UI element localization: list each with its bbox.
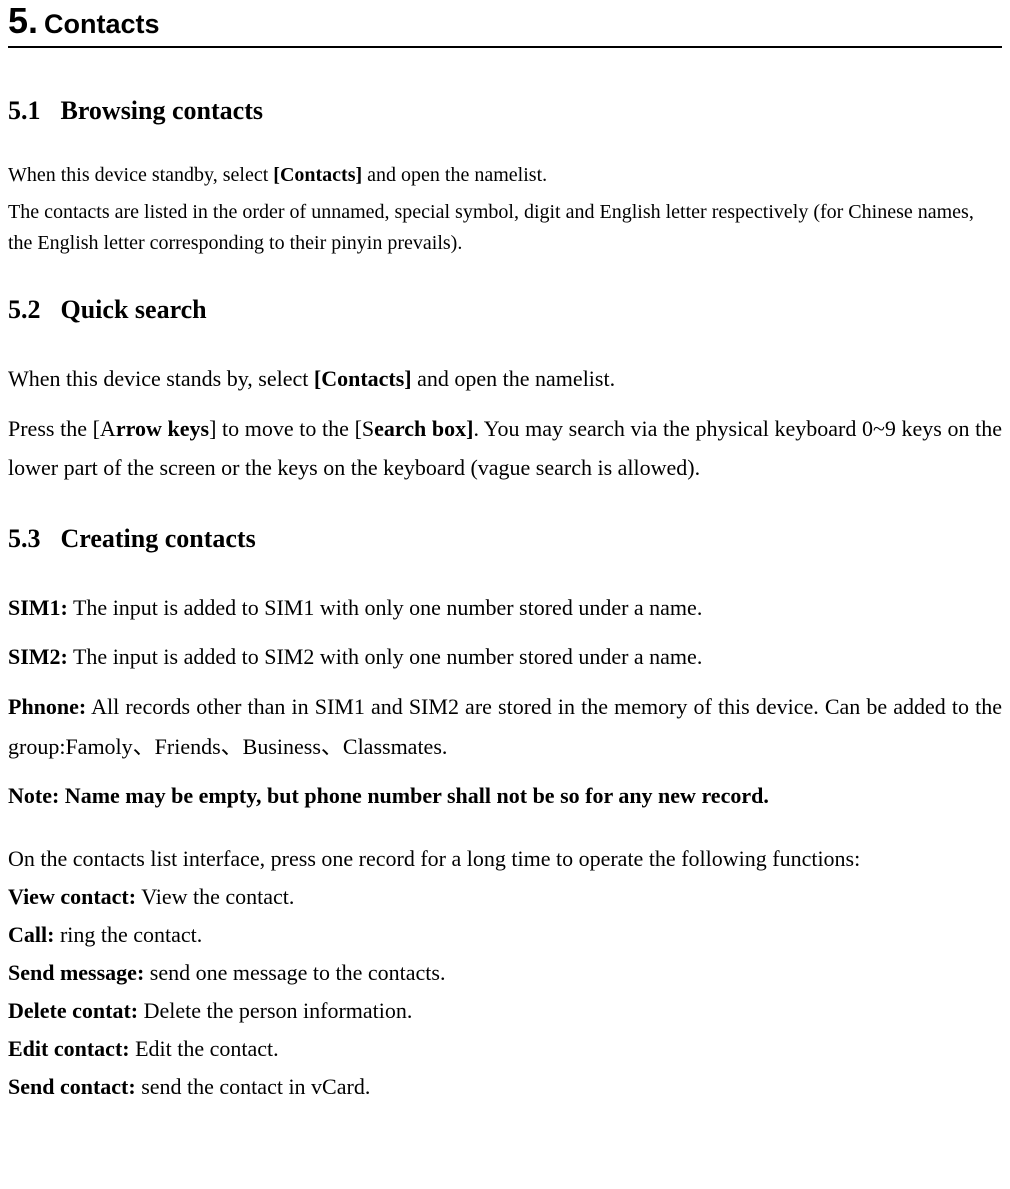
section-number: 5.3	[8, 524, 41, 553]
text-run: On the contacts list interface, press on…	[8, 846, 860, 871]
chapter-header: 5. Contacts	[8, 0, 1002, 48]
text-bold: [Contacts]	[273, 164, 362, 186]
text-run: The contacts are listed in the order of …	[8, 201, 974, 254]
section-number: 5.2	[8, 295, 41, 324]
paragraph-longpress-intro: On the contacts list interface, press on…	[8, 842, 1002, 876]
paragraph-sim1: SIM1: The input is added to SIM1 with on…	[8, 588, 1002, 628]
chapter-title: Contacts	[44, 9, 160, 40]
text-bold: earch box]	[374, 416, 473, 441]
section-heading-5-2: 5.2 Quick search	[8, 295, 1002, 325]
section-title: Creating contacts	[61, 524, 256, 553]
text-bold: [Contacts]	[314, 366, 412, 391]
function-label: Send contact:	[8, 1074, 136, 1099]
text-run: and open the namelist.	[362, 164, 547, 186]
text-run: The input is added to SIM1 with only one…	[68, 595, 702, 620]
function-item: Send message: send one message to the co…	[8, 956, 1002, 990]
function-item: Send contact: send the contact in vCard.	[8, 1070, 1002, 1104]
section-title: Quick search	[61, 295, 207, 324]
text-bold: rrow keys	[116, 416, 209, 441]
section-heading-5-1: 5.1 Browsing contacts	[8, 96, 1002, 126]
paragraph: The contacts are listed in the order of …	[8, 197, 1002, 259]
paragraph: When this device standby, select [Contac…	[8, 160, 1002, 191]
section-heading-5-3: 5.3 Creating contacts	[8, 524, 1002, 554]
section-number: 5.1	[8, 96, 41, 125]
paragraph-sim2: SIM2: The input is added to SIM2 with on…	[8, 637, 1002, 677]
paragraph-note: Note: Name may be empty, but phone numbe…	[8, 776, 1002, 816]
paragraph: When this device stands by, select [Cont…	[8, 359, 1002, 399]
function-desc: ring the contact.	[54, 922, 202, 947]
text-run: The input is added to SIM2 with only one…	[68, 644, 702, 669]
function-desc: send one message to the contacts.	[144, 960, 445, 985]
function-item: Delete contat: Delete the person informa…	[8, 994, 1002, 1028]
text-run: ] to move to the [S	[209, 416, 374, 441]
label-phone: Phnone:	[8, 694, 86, 719]
function-desc: View the contact.	[136, 884, 294, 909]
text-run: Press the [A	[8, 416, 116, 441]
function-item: Edit contact: Edit the contact.	[8, 1032, 1002, 1066]
function-item: Call: ring the contact.	[8, 918, 1002, 952]
function-desc: Delete the person information.	[138, 998, 412, 1023]
function-desc: Edit the contact.	[130, 1036, 279, 1061]
function-label: Send message:	[8, 960, 144, 985]
note-text: Note: Name may be empty, but phone numbe…	[8, 783, 769, 808]
text-run: When this device stands by, select	[8, 366, 314, 391]
label-sim2: SIM2:	[8, 644, 68, 669]
function-label: Delete contat:	[8, 998, 138, 1023]
function-label: Call:	[8, 922, 54, 947]
function-label: View contact:	[8, 884, 136, 909]
label-sim1: SIM1:	[8, 595, 68, 620]
paragraph: Press the [Arrow keys] to move to the [S…	[8, 409, 1002, 488]
text-run: When this device standby, select	[8, 164, 273, 186]
text-run: and open the namelist.	[412, 366, 615, 391]
function-label: Edit contact:	[8, 1036, 130, 1061]
function-item: View contact: View the contact.	[8, 880, 1002, 914]
paragraph-phone: Phnone: All records other than in SIM1 a…	[8, 687, 1002, 766]
section-title: Browsing contacts	[61, 96, 263, 125]
chapter-number: 5.	[8, 0, 38, 42]
function-desc: send the contact in vCard.	[136, 1074, 371, 1099]
text-run: All records other than in SIM1 and SIM2 …	[8, 694, 1002, 759]
